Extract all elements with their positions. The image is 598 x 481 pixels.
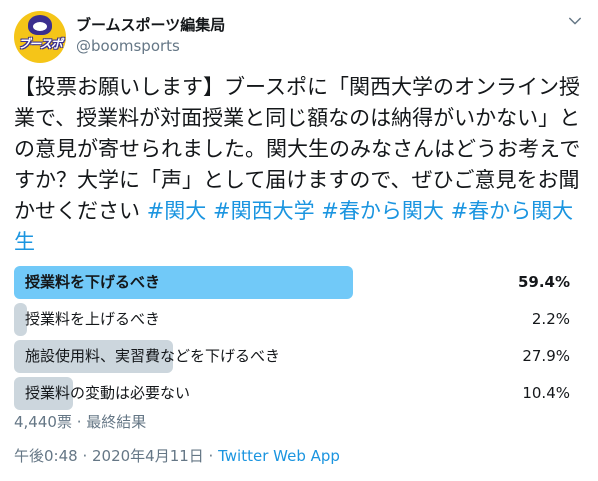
- avatar-mascot-face: [33, 22, 47, 31]
- timestamp[interactable]: 午後0:48 · 2020年4月11日 ·: [14, 447, 218, 465]
- source-link[interactable]: Twitter Web App: [218, 447, 340, 465]
- author-handle[interactable]: @boomsports: [76, 37, 180, 55]
- poll-option-label: 授業料を上げるべき: [25, 310, 161, 328]
- poll-option-percent: 27.9%: [522, 347, 570, 365]
- poll-option: 施設使用料、実習費などを下げるべき 27.9%: [14, 340, 584, 373]
- chevron-down-icon[interactable]: [566, 12, 584, 30]
- avatar[interactable]: ブースポ: [14, 11, 66, 63]
- poll-option-label: 授業料を下げるべき: [25, 273, 161, 291]
- poll: 授業料を下げるべき 59.4% 授業料を上げるべき 2.2% 施設使用料、実習費…: [14, 266, 584, 414]
- poll-option-percent: 2.2%: [531, 310, 570, 328]
- tweet-text: 【投票お願いします】ブースポに「関西大学のオンライン授業で、授業料が対面授業と同…: [14, 72, 586, 258]
- hashtag-link[interactable]: #関西大学: [213, 199, 315, 223]
- poll-option-label: 授業料の変動は必要ない: [25, 384, 191, 402]
- tweet-footer: 午後0:48 · 2020年4月11日 · Twitter Web App: [14, 445, 340, 466]
- poll-option: 授業料の変動は必要ない 10.4%: [14, 377, 584, 410]
- hashtag-link[interactable]: #春から関大: [321, 199, 444, 223]
- poll-option-label: 施設使用料、実習費などを下げるべき: [25, 347, 281, 365]
- poll-option: 授業料を下げるべき 59.4%: [14, 266, 584, 299]
- hashtag-link[interactable]: #関大: [147, 199, 207, 223]
- author-name[interactable]: ブームスポーツ編集局: [76, 14, 225, 35]
- poll-summary: 4,440票 · 最終結果: [14, 413, 147, 431]
- poll-option-percent: 10.4%: [522, 384, 570, 402]
- poll-option-percent: 59.4%: [517, 273, 570, 291]
- avatar-logo-text: ブースポ: [18, 37, 62, 51]
- poll-option: 授業料を上げるべき 2.2%: [14, 303, 584, 336]
